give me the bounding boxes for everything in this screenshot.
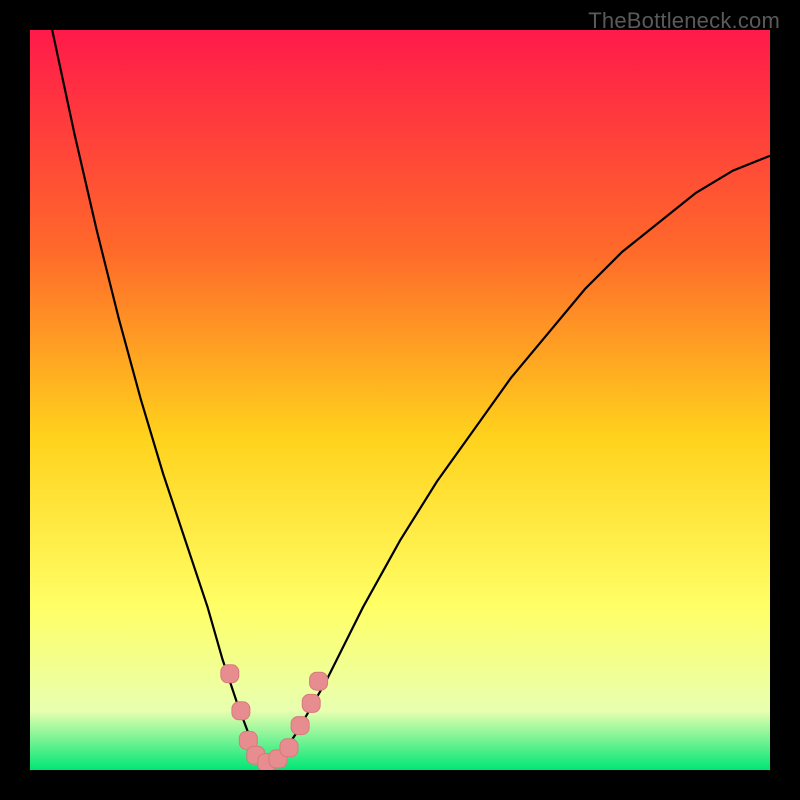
marker-point xyxy=(302,694,320,712)
marker-point xyxy=(291,717,309,735)
plot-area xyxy=(30,30,770,770)
watermark-text: TheBottleneck.com xyxy=(588,8,780,34)
marker-point xyxy=(280,739,298,757)
marker-point xyxy=(232,702,250,720)
marker-point xyxy=(221,665,239,683)
marker-point xyxy=(310,672,328,690)
chart-svg xyxy=(30,30,770,770)
chart-container: TheBottleneck.com xyxy=(0,0,800,800)
